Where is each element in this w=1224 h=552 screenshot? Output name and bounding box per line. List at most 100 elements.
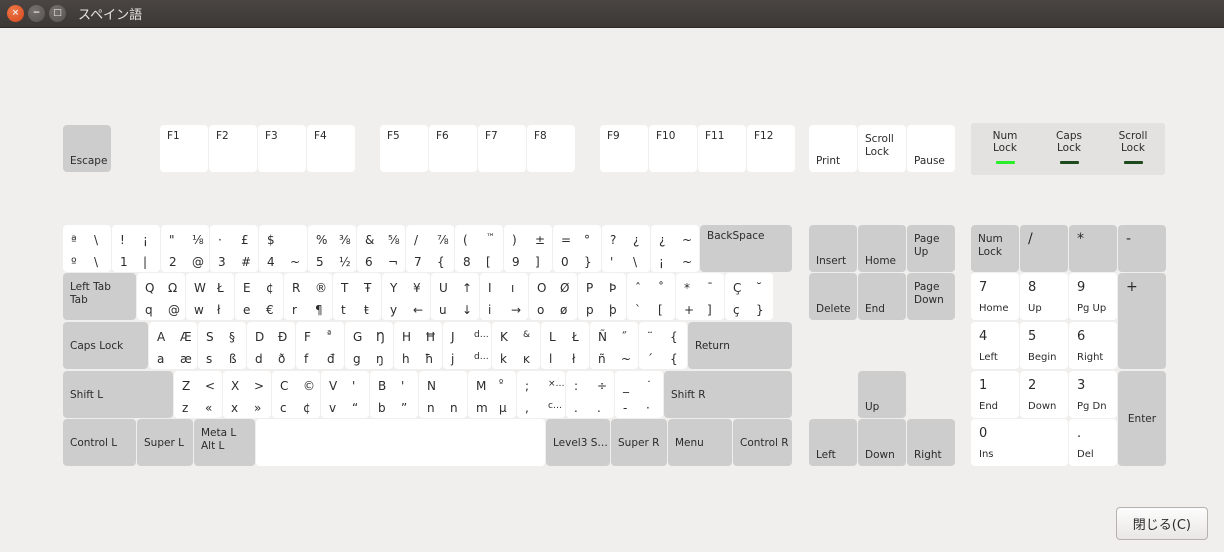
key-ntilde[interactable]: Ñ ˝ ñ ~ bbox=[590, 322, 638, 369]
key-f7[interactable]: F7 bbox=[478, 125, 526, 172]
key-numpad-divide[interactable]: / bbox=[1020, 225, 1068, 272]
key-x[interactable]: X > x » bbox=[223, 371, 271, 418]
key-numpad-6[interactable]: 6 Right bbox=[1069, 322, 1117, 369]
key-arrow-up[interactable]: Up bbox=[858, 371, 906, 418]
key-f5[interactable]: F5 bbox=[380, 125, 428, 172]
key-4[interactable]: $ 4 ~ bbox=[259, 225, 307, 272]
key-f8[interactable]: F8 bbox=[527, 125, 575, 172]
key-v[interactable]: V ' v “ bbox=[321, 371, 369, 418]
key-numpad-1[interactable]: 1 End bbox=[971, 371, 1019, 418]
key-z[interactable]: Z < z « bbox=[174, 371, 222, 418]
key-g[interactable]: G Ŋ g ŋ bbox=[345, 322, 393, 369]
key-f4[interactable]: F4 bbox=[307, 125, 355, 172]
key-menu[interactable]: Menu bbox=[668, 419, 732, 466]
key-f3[interactable]: F3 bbox=[258, 125, 306, 172]
key-scroll-lock[interactable]: Scroll Lock bbox=[858, 125, 906, 172]
key-shift-right[interactable]: Shift R bbox=[664, 371, 792, 418]
key-s[interactable]: S § s ß bbox=[198, 322, 246, 369]
key-grave-masculine[interactable]: ª \ º \ bbox=[63, 225, 111, 272]
key-l[interactable]: L Ł l ł bbox=[541, 322, 589, 369]
key-f2[interactable]: F2 bbox=[209, 125, 257, 172]
key-3[interactable]: · £ 3 # bbox=[210, 225, 258, 272]
key-9[interactable]: ) ± 9 ] bbox=[504, 225, 552, 272]
key-b[interactable]: B ' b ” bbox=[370, 371, 418, 418]
key-exclamdown[interactable]: ¿ ~ ¡ ~ bbox=[651, 225, 699, 272]
key-f[interactable]: F ª f đ bbox=[296, 322, 344, 369]
key-end[interactable]: End bbox=[858, 273, 906, 320]
key-7[interactable]: / ⅞ 7 { bbox=[406, 225, 454, 272]
key-arrow-right[interactable]: Right bbox=[907, 419, 955, 466]
key-escape[interactable]: Escape bbox=[63, 125, 111, 172]
key-ccedilla[interactable]: Ç ˘ ç } bbox=[725, 273, 773, 320]
key-f10[interactable]: F10 bbox=[649, 125, 697, 172]
key-print[interactable]: Print bbox=[809, 125, 857, 172]
key-pause[interactable]: Pause bbox=[907, 125, 955, 172]
key-tab[interactable]: Left Tab Tab bbox=[63, 273, 136, 320]
key-control-left[interactable]: Control L bbox=[63, 419, 136, 466]
key-numpad-decimal[interactable]: . Del bbox=[1069, 419, 1117, 466]
key-f11[interactable]: F11 bbox=[698, 125, 746, 172]
key-o[interactable]: O Ø o ø bbox=[529, 273, 577, 320]
key-a[interactable]: A Æ a æ bbox=[149, 322, 197, 369]
key-8[interactable]: ( ™ 8 [ bbox=[455, 225, 503, 272]
key-numpad-0[interactable]: 0 Ins bbox=[971, 419, 1068, 466]
key-r[interactable]: R ® r ¶ bbox=[284, 273, 332, 320]
key-k[interactable]: K & k ĸ bbox=[492, 322, 540, 369]
key-numpad-9[interactable]: 9 Pg Up bbox=[1069, 273, 1117, 320]
key-alt-left[interactable]: Meta L Alt L bbox=[194, 419, 255, 466]
key-f9[interactable]: F9 bbox=[600, 125, 648, 172]
key-i[interactable]: I ı i → bbox=[480, 273, 528, 320]
key-level3-shift[interactable]: Level3 S… bbox=[546, 419, 610, 466]
key-space[interactable] bbox=[256, 419, 545, 466]
key-backspace[interactable]: BackSpace bbox=[700, 225, 792, 272]
key-u[interactable]: U ↑ u ↓ bbox=[431, 273, 479, 320]
minimize-icon[interactable]: − bbox=[28, 5, 45, 22]
key-w[interactable]: W Ł w ł bbox=[186, 273, 234, 320]
key-page-down[interactable]: Page Down bbox=[907, 273, 955, 320]
key-f1[interactable]: F1 bbox=[160, 125, 208, 172]
key-control-right[interactable]: Control R bbox=[733, 419, 792, 466]
key-f6[interactable]: F6 bbox=[429, 125, 477, 172]
close-icon[interactable]: × bbox=[7, 5, 24, 22]
key-5[interactable]: % ⅜ 5 ½ bbox=[308, 225, 356, 272]
key-apostrophe[interactable]: ? ¿ ' \ bbox=[602, 225, 650, 272]
key-numpad-5[interactable]: 5 Begin bbox=[1020, 322, 1068, 369]
key-numpad-7[interactable]: 7 Home bbox=[971, 273, 1019, 320]
key-t[interactable]: T Ŧ t ŧ bbox=[333, 273, 381, 320]
key-shift-left[interactable]: Shift L bbox=[63, 371, 173, 418]
key-insert[interactable]: Insert bbox=[809, 225, 857, 272]
key-delete[interactable]: Delete bbox=[809, 273, 857, 320]
key-return[interactable]: Return bbox=[688, 322, 792, 369]
key-numpad-4[interactable]: 4 Left bbox=[971, 322, 1019, 369]
key-c[interactable]: C © c ¢ bbox=[272, 371, 320, 418]
key-numpad-8[interactable]: 8 Up bbox=[1020, 273, 1068, 320]
key-2[interactable]: " ⅛ 2 @ bbox=[161, 225, 209, 272]
key-0[interactable]: = ° 0 } bbox=[553, 225, 601, 272]
key-q[interactable]: Q Ω q @ bbox=[137, 273, 185, 320]
key-6[interactable]: & ⅝ 6 ¬ bbox=[357, 225, 405, 272]
key-numpad-multiply[interactable]: * bbox=[1069, 225, 1117, 272]
key-n[interactable]: N n n bbox=[419, 371, 467, 418]
key-numpad-enter[interactable]: Enter bbox=[1118, 371, 1166, 466]
key-arrow-left[interactable]: Left bbox=[809, 419, 857, 466]
close-button[interactable]: 閉じる(C) bbox=[1116, 507, 1208, 540]
key-caps-lock[interactable]: Caps Lock bbox=[63, 322, 148, 369]
key-home[interactable]: Home bbox=[858, 225, 906, 272]
key-e[interactable]: E ¢ e € bbox=[235, 273, 283, 320]
key-1[interactable]: ! ¡ 1 | bbox=[112, 225, 160, 272]
key-page-up[interactable]: Page Up bbox=[907, 225, 955, 272]
key-arrow-down[interactable]: Down bbox=[858, 419, 906, 466]
key-dead-circumflex[interactable]: ˆ ˚ ` [ bbox=[627, 273, 675, 320]
key-comma[interactable]: ; ×… , c… bbox=[517, 371, 565, 418]
key-numpad-add[interactable]: + bbox=[1118, 273, 1166, 369]
key-h[interactable]: H Ħ h ħ bbox=[394, 322, 442, 369]
key-super-right[interactable]: Super R bbox=[611, 419, 667, 466]
key-plus-asterisk[interactable]: * ¯ + ] bbox=[676, 273, 724, 320]
key-super-left[interactable]: Super L bbox=[137, 419, 193, 466]
key-period[interactable]: : ÷ . . bbox=[566, 371, 614, 418]
key-y[interactable]: Y ¥ y ← bbox=[382, 273, 430, 320]
key-num-lock[interactable]: Num Lock bbox=[971, 225, 1019, 272]
key-minus[interactable]: _ ˙ - · bbox=[615, 371, 663, 418]
key-numpad-2[interactable]: 2 Down bbox=[1020, 371, 1068, 418]
key-p[interactable]: P Þ p þ bbox=[578, 273, 626, 320]
